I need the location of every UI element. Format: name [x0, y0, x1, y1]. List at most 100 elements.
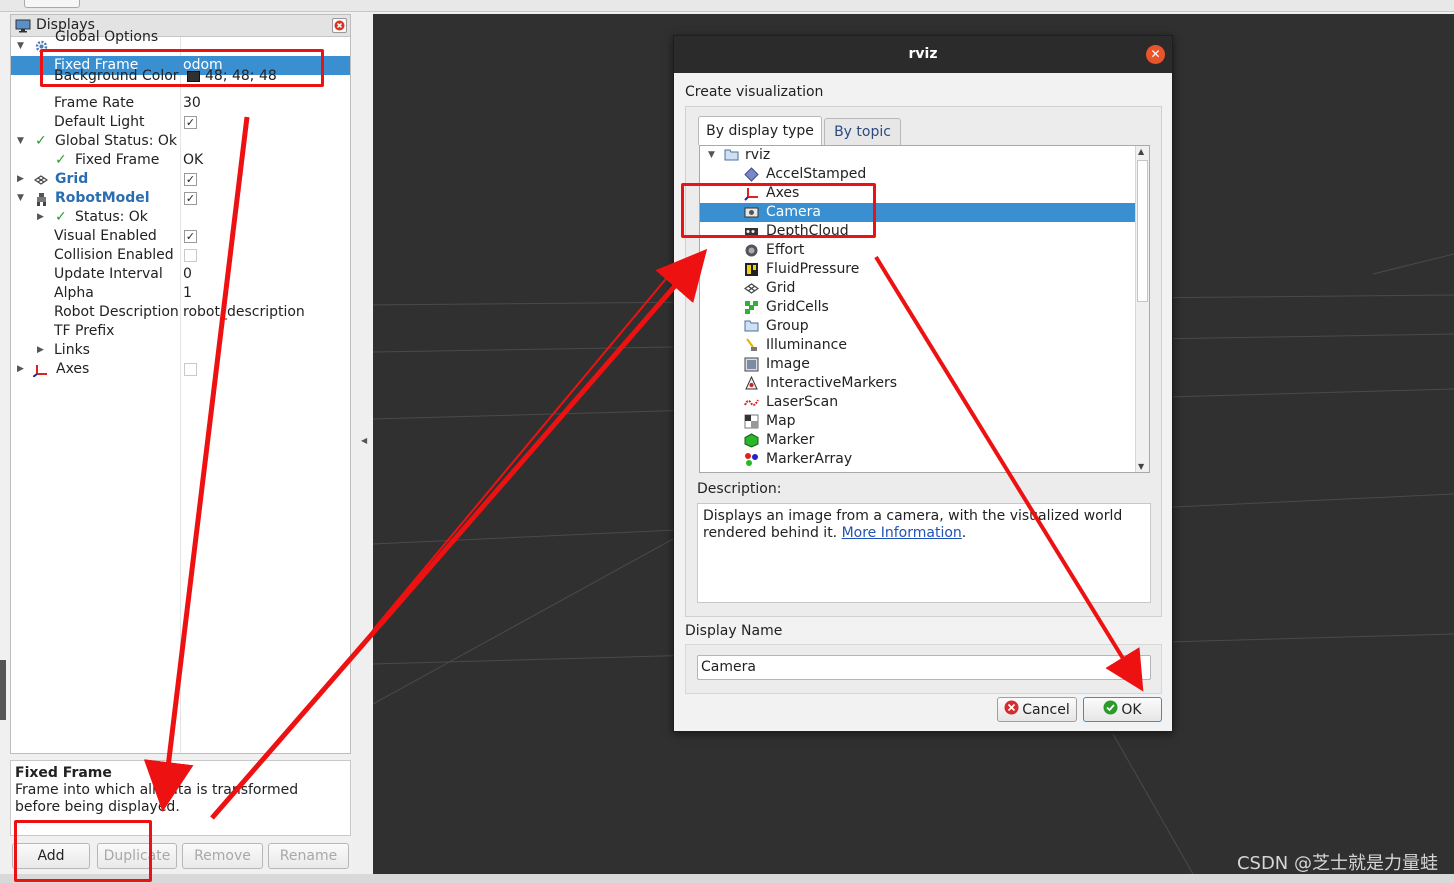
- list-item-illuminance[interactable]: Illuminance: [700, 336, 1135, 355]
- scrollbar-thumb[interactable]: [1137, 160, 1148, 302]
- list-item-rviz-root[interactable]: ▼ rviz: [700, 146, 1135, 165]
- display-name-label: Display Name: [685, 623, 783, 639]
- expand-arrow-icon[interactable]: ▶: [37, 341, 44, 360]
- row-value[interactable]: robot_description: [183, 303, 305, 322]
- list-item-label: Image: [766, 356, 810, 372]
- list-item-label: Grid: [766, 280, 796, 296]
- tree-row-tf-prefix[interactable]: TF Prefix: [11, 322, 350, 341]
- row-label: Robot Description: [54, 304, 179, 320]
- list-item-laserscan[interactable]: LaserScan: [700, 393, 1135, 412]
- tree-row-default-light[interactable]: Default Light ✓: [11, 113, 350, 132]
- more-information-link[interactable]: More Information: [842, 525, 962, 541]
- cancel-button[interactable]: Cancel: [997, 697, 1077, 722]
- list-item-map[interactable]: Map: [700, 412, 1135, 431]
- ok-button[interactable]: OK: [1083, 697, 1162, 722]
- status-bar: [0, 874, 1454, 883]
- list-item-markerarray[interactable]: MarkerArray: [700, 450, 1135, 469]
- cancel-label: Cancel: [1022, 701, 1070, 718]
- expand-arrow-icon[interactable]: ▼: [17, 37, 24, 56]
- visual-enabled-checkbox[interactable]: ✓: [184, 230, 197, 243]
- list-item-gridcells[interactable]: GridCells: [700, 298, 1135, 317]
- diamond-icon: [744, 167, 759, 182]
- image-icon: [744, 357, 759, 372]
- tree-row-robot-description[interactable]: Robot Description robot_description: [11, 303, 350, 322]
- dialog-title: rviz: [674, 36, 1172, 73]
- row-value[interactable]: 1: [183, 284, 192, 303]
- default-light-checkbox[interactable]: ✓: [184, 116, 197, 129]
- expand-arrow-icon[interactable]: ▼: [17, 132, 24, 151]
- tree-row-global-status[interactable]: ▼ ✓ Global Status: Ok: [11, 132, 350, 151]
- rename-button[interactable]: Rename: [268, 843, 349, 869]
- list-item-label: rviz: [745, 147, 771, 163]
- tree-row-grid[interactable]: ▶ Grid ✓: [11, 170, 350, 189]
- panel-splitter[interactable]: ◀: [352, 14, 372, 874]
- tree-row-axes[interactable]: ▶ Axes: [11, 360, 350, 379]
- expand-arrow-icon[interactable]: ▶: [17, 360, 24, 379]
- row-value: OK: [183, 152, 204, 168]
- displays-tree: ▼ Global Options Fixed Frame odom Backgr…: [11, 29, 350, 753]
- list-item-fluidpressure[interactable]: FluidPressure: [700, 260, 1135, 279]
- tab-by-topic[interactable]: By topic: [824, 118, 901, 145]
- list-item-marker[interactable]: Marker: [700, 431, 1135, 450]
- tree-row-collision-enabled[interactable]: Collision Enabled: [11, 246, 350, 265]
- scroll-up-icon[interactable]: ▲: [1138, 147, 1144, 156]
- close-icon[interactable]: ✕: [1146, 45, 1165, 64]
- axes-icon: [32, 363, 49, 383]
- row-label: Collision Enabled: [54, 247, 174, 263]
- list-item-grid[interactable]: Grid: [700, 279, 1135, 298]
- scroll-down-icon[interactable]: ▼: [1138, 462, 1144, 471]
- row-label: Grid: [55, 171, 89, 187]
- folder-icon: [724, 148, 739, 163]
- tree-row-alpha[interactable]: Alpha 1: [11, 284, 350, 303]
- list-item-interactivemarkers[interactable]: InteractiveMarkers: [700, 374, 1135, 393]
- description-box: Displays an image from a camera, with th…: [697, 503, 1151, 603]
- tree-row-visual-enabled[interactable]: Visual Enabled ✓: [11, 227, 350, 246]
- list-item-label: GridCells: [766, 299, 829, 315]
- markerarray-icon: [744, 452, 759, 467]
- map-icon: [744, 414, 759, 429]
- display-name-input[interactable]: Camera: [697, 655, 1151, 680]
- list-item-group[interactable]: Group: [700, 317, 1135, 336]
- toolbar-button[interactable]: [24, 0, 80, 8]
- marker-icon: [744, 433, 759, 448]
- list-item-effort[interactable]: Effort: [700, 241, 1135, 260]
- row-label: Frame Rate: [54, 95, 135, 111]
- remove-button[interactable]: Remove: [182, 843, 263, 869]
- row-value[interactable]: 0: [183, 265, 192, 284]
- expand-arrow-icon[interactable]: ▼: [708, 146, 715, 165]
- close-panel-icon[interactable]: [332, 18, 347, 33]
- tree-row-robotmodel[interactable]: ▼ RobotModel ✓: [11, 189, 350, 208]
- collision-enabled-checkbox[interactable]: [184, 249, 197, 262]
- expand-arrow-icon[interactable]: ▶: [37, 208, 44, 227]
- expand-arrow-icon[interactable]: ▶: [17, 170, 24, 189]
- list-item-label: Effort: [766, 242, 805, 258]
- watermark: CSDN @芝士就是力量蛙: [1236, 853, 1438, 874]
- axes-checkbox[interactable]: [184, 363, 197, 376]
- row-label: Update Interval: [54, 266, 163, 282]
- tab-by-display-type[interactable]: By display type: [698, 116, 822, 145]
- list-scrollbar[interactable]: ▲ ▼: [1135, 146, 1149, 472]
- grid-icon: [743, 281, 760, 296]
- tree-row-status-fixed-frame[interactable]: ✓ Fixed Frame OK: [11, 151, 350, 170]
- property-description-title: Fixed Frame: [15, 765, 112, 781]
- row-value[interactable]: 30: [183, 94, 201, 113]
- check-icon: ✓: [55, 152, 67, 168]
- list-item-accelstamped[interactable]: AccelStamped: [700, 165, 1135, 184]
- list-item-label: FluidPressure: [766, 261, 860, 277]
- row-label: Alpha: [54, 285, 94, 301]
- tree-row-status-ok[interactable]: ▶ ✓ Status: Ok: [11, 208, 350, 227]
- list-item-label: Map: [766, 413, 796, 429]
- tree-row-links[interactable]: ▶ Links: [11, 341, 350, 360]
- left-edge-handle: [0, 660, 6, 720]
- displays-panel: Displays ▼ Global Options Fixed Frame od…: [10, 14, 351, 754]
- tree-row-frame-rate[interactable]: Frame Rate 30: [11, 94, 350, 113]
- list-item-image[interactable]: Image: [700, 355, 1135, 374]
- row-label: Axes: [56, 361, 90, 377]
- expand-arrow-icon[interactable]: ▼: [17, 189, 24, 208]
- robotmodel-checkbox[interactable]: ✓: [184, 192, 197, 205]
- collapse-arrow-icon[interactable]: ◀: [361, 436, 367, 445]
- check-icon: ✓: [55, 209, 67, 225]
- grid-checkbox[interactable]: ✓: [184, 173, 197, 186]
- display-name-group: Camera: [685, 644, 1162, 694]
- tree-row-update-interval[interactable]: Update Interval 0: [11, 265, 350, 284]
